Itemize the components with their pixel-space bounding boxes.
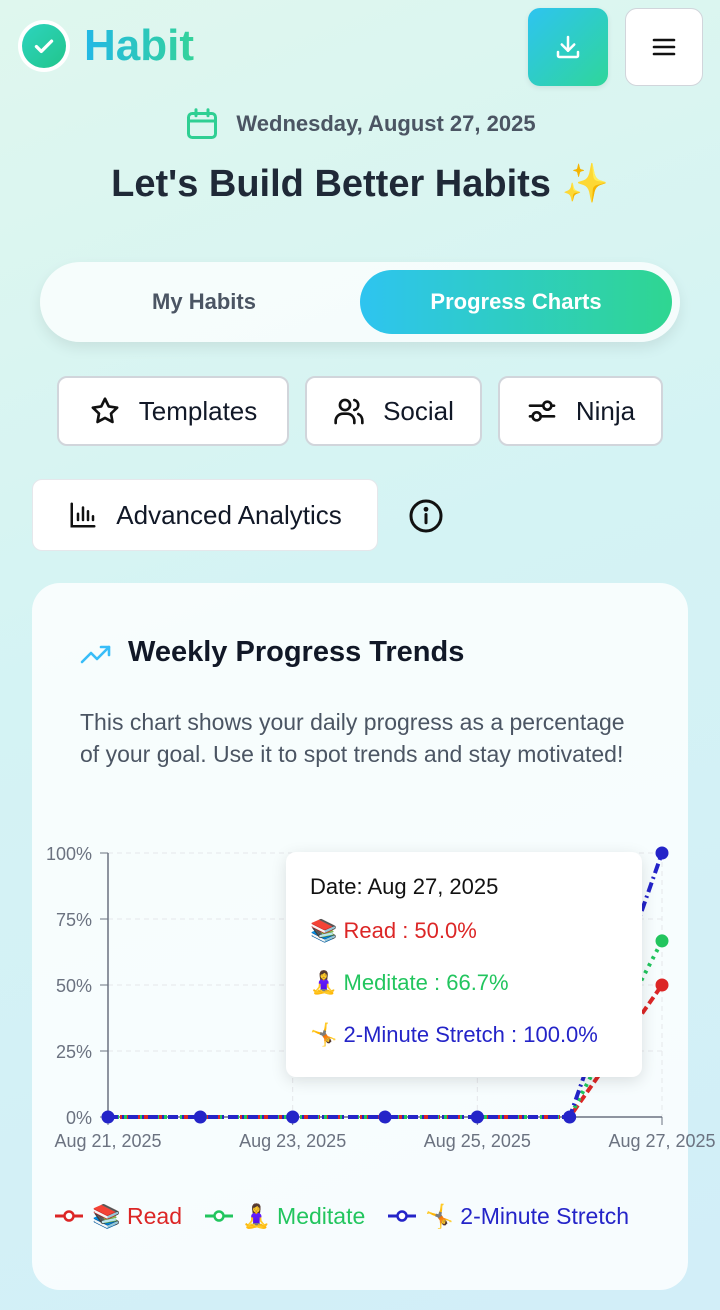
legend-label-read: 📚 Read [92, 1202, 183, 1229]
tab-my-habits[interactable]: My Habits [46, 270, 362, 334]
legend-item-stretch[interactable]: 🤸 2-Minute Stretch [387, 1203, 629, 1230]
tooltip-meditate: 🧘‍♀️ Meditate : 66.7% [310, 970, 509, 995]
templates-label: Templates [138, 395, 258, 426]
star-icon [91, 397, 119, 424]
chart-legend: 📚 Read 🧘‍♀️ Meditate 🤸 2-Minute Stretch [54, 1198, 629, 1234]
tab-progress-charts[interactable]: Progress Charts [360, 270, 672, 334]
legend-marker-stretch [388, 1210, 417, 1222]
page-headline: Let's Build Better Habits ✨ [111, 163, 609, 205]
ninja-button[interactable]: Ninja [498, 376, 663, 446]
hamburger-menu-icon [652, 38, 676, 56]
bar-chart-icon [70, 502, 96, 528]
check-circle-icon [18, 20, 70, 72]
legend-marker-read [55, 1210, 83, 1222]
download-button[interactable] [528, 8, 608, 86]
chart-tooltip: Date: Aug 27, 2025 📚 Read : 50.0% 🧘‍♀️ M… [286, 852, 642, 1077]
users-icon [334, 398, 364, 425]
app-header: Habit [0, 0, 720, 100]
legend-item-meditate[interactable]: 🧘‍♀️ Meditate [204, 1203, 365, 1230]
card-description: This chart shows your daily progress as … [80, 709, 625, 767]
advanced-analytics-button[interactable]: Advanced Analytics [32, 479, 378, 551]
legend-item-read[interactable]: 📚 Read [54, 1203, 182, 1230]
date-row: Wednesday, August 27, 2025 [0, 104, 720, 144]
calendar-icon [187, 108, 218, 139]
info-icon[interactable] [408, 498, 444, 534]
trending-up-icon [80, 645, 111, 664]
tooltip-stretch: 🤸 2-Minute Stretch : 100.0% [310, 1022, 598, 1047]
menu-button[interactable] [625, 8, 703, 86]
advanced-analytics-label: Advanced Analytics [116, 499, 342, 530]
card-title: Weekly Progress Trends [128, 636, 465, 668]
legend-marker-meditate [205, 1210, 234, 1222]
legend-label-stretch: 🤸 2-Minute Stretch [425, 1202, 630, 1229]
social-label: Social [383, 395, 454, 426]
brand-name: Habit [84, 21, 194, 70]
templates-button[interactable]: Templates [57, 376, 289, 446]
ninja-label: Ninja [575, 395, 636, 426]
legend-label-meditate: 🧘‍♀️ Meditate [242, 1202, 366, 1229]
sliders-icon [528, 400, 556, 422]
tooltip-read: 📚 Read : 50.0% [310, 918, 477, 943]
social-button[interactable]: Social [305, 376, 482, 446]
view-tabs: My Habits Progress Charts [40, 262, 680, 342]
current-date: Wednesday, August 27, 2025 [236, 111, 536, 136]
tooltip-date: Date: Aug 27, 2025 [310, 874, 499, 899]
download-icon [556, 35, 580, 59]
